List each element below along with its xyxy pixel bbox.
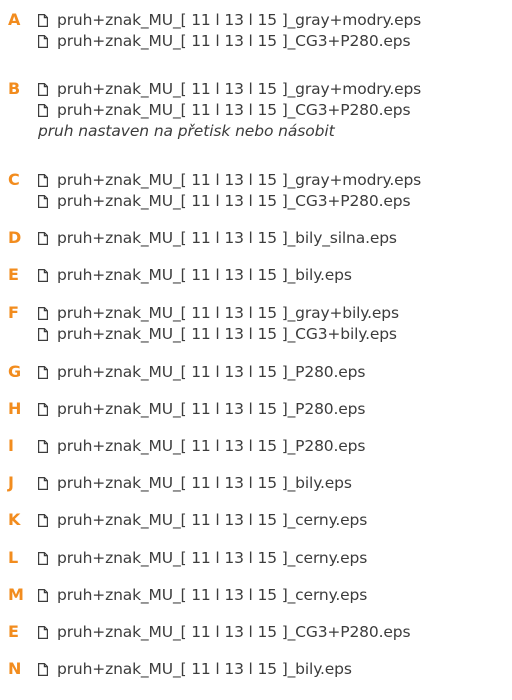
entry-letter: N <box>8 659 22 678</box>
file-name: pruh+znak_MU_[ 11 l 13 l 15 ]_P280.eps <box>57 437 366 455</box>
file-icon <box>38 268 48 282</box>
file-link[interactable]: pruh+znak_MU_[ 11 l 13 l 15 ]_CG3+P280.e… <box>38 190 411 212</box>
file-name: pruh+znak_MU_[ 11 l 13 l 15 ]_gray+modry… <box>57 80 422 98</box>
entry-letter: C <box>8 170 20 189</box>
entry-letter: I <box>8 436 14 455</box>
file-name: pruh+znak_MU_[ 11 l 13 l 15 ]_CG3+P280.e… <box>57 101 411 119</box>
file-link[interactable]: pruh+znak_MU_[ 11 l 13 l 15 ]_CG3+P280.e… <box>38 99 411 121</box>
entry-letter: H <box>8 399 22 418</box>
entry-letter: M <box>8 585 24 604</box>
file-name: pruh+znak_MU_[ 11 l 13 l 15 ]_CG3+P280.e… <box>57 623 411 641</box>
file-icon <box>38 402 48 416</box>
file-name: pruh+znak_MU_[ 11 l 13 l 15 ]_CG3+bily.e… <box>57 325 397 343</box>
entry-letter: F <box>8 303 19 322</box>
file-icon <box>38 34 48 48</box>
file-link[interactable]: pruh+znak_MU_[ 11 l 13 l 15 ]_bily.eps <box>38 264 352 286</box>
file-icon <box>38 103 48 117</box>
entry-letter: E <box>8 622 19 641</box>
file-icon <box>38 194 48 208</box>
entry-letter: L <box>8 548 19 567</box>
file-link[interactable]: pruh+znak_MU_[ 11 l 13 l 15 ]_bily.eps <box>38 658 352 680</box>
file-icon <box>38 625 48 639</box>
file-icon <box>38 662 48 676</box>
file-link[interactable]: pruh+znak_MU_[ 11 l 13 l 15 ]_bily_silna… <box>38 227 397 249</box>
file-icon <box>38 551 48 565</box>
file-icon <box>38 13 48 27</box>
entry-letter: J <box>8 473 14 492</box>
file-link[interactable]: pruh+znak_MU_[ 11 l 13 l 15 ]_gray+bily.… <box>38 302 399 324</box>
file-name: pruh+znak_MU_[ 11 l 13 l 15 ]_gray+modry… <box>57 11 422 29</box>
file-name: pruh+znak_MU_[ 11 l 13 l 15 ]_cerny.eps <box>57 511 368 529</box>
file-name: pruh+znak_MU_[ 11 l 13 l 15 ]_cerny.eps <box>57 549 368 567</box>
file-name: pruh+znak_MU_[ 11 l 13 l 15 ]_bily_silna… <box>57 229 397 247</box>
file-link[interactable]: pruh+znak_MU_[ 11 l 13 l 15 ]_gray+modry… <box>38 78 421 100</box>
file-name: pruh+znak_MU_[ 11 l 13 l 15 ]_P280.eps <box>57 363 366 381</box>
file-name: pruh+znak_MU_[ 11 l 13 l 15 ]_bily.eps <box>57 266 352 284</box>
file-link[interactable]: pruh+znak_MU_[ 11 l 13 l 15 ]_cerny.eps <box>38 547 367 569</box>
entry-letter: G <box>8 362 22 381</box>
file-name: pruh+znak_MU_[ 11 l 13 l 15 ]_P280.eps <box>57 400 366 418</box>
file-name: pruh+znak_MU_[ 11 l 13 l 15 ]_CG3+P280.e… <box>57 32 411 50</box>
file-icon <box>38 306 48 320</box>
file-link[interactable]: pruh+znak_MU_[ 11 l 13 l 15 ]_cerny.eps <box>38 509 367 531</box>
entry-letter: A <box>8 10 21 29</box>
file-icon <box>38 173 48 187</box>
file-icon <box>38 476 48 490</box>
file-name: pruh+znak_MU_[ 11 l 13 l 15 ]_cerny.eps <box>57 586 368 604</box>
file-link[interactable]: pruh+znak_MU_[ 11 l 13 l 15 ]_P280.eps <box>38 435 365 457</box>
file-link[interactable]: pruh+znak_MU_[ 11 l 13 l 15 ]_gray+modry… <box>38 169 421 191</box>
entry-letter: B <box>8 79 21 98</box>
entry-note: pruh nastaven na přetisk nebo násobit <box>38 122 335 140</box>
file-icon <box>38 231 48 245</box>
entry-letter: D <box>8 228 22 247</box>
file-link[interactable]: pruh+znak_MU_[ 11 l 13 l 15 ]_bily.eps <box>38 472 352 494</box>
file-link[interactable]: pruh+znak_MU_[ 11 l 13 l 15 ]_CG3+bily.e… <box>38 323 397 345</box>
file-icon <box>38 439 48 453</box>
file-link[interactable]: pruh+znak_MU_[ 11 l 13 l 15 ]_CG3+P280.e… <box>38 30 411 52</box>
file-icon <box>38 513 48 527</box>
file-link[interactable]: pruh+znak_MU_[ 11 l 13 l 15 ]_cerny.eps <box>38 584 367 606</box>
file-name: pruh+znak_MU_[ 11 l 13 l 15 ]_gray+modry… <box>57 171 422 189</box>
entry-letter: K <box>8 510 21 529</box>
file-link[interactable]: pruh+znak_MU_[ 11 l 13 l 15 ]_P280.eps <box>38 361 365 383</box>
file-icon <box>38 82 48 96</box>
entry-letter: E <box>8 265 19 284</box>
file-name: pruh+znak_MU_[ 11 l 13 l 15 ]_bily.eps <box>57 660 352 678</box>
file-icon <box>38 365 48 379</box>
file-link[interactable]: pruh+znak_MU_[ 11 l 13 l 15 ]_CG3+P280.e… <box>38 621 411 643</box>
file-icon <box>38 327 48 341</box>
file-name: pruh+znak_MU_[ 11 l 13 l 15 ]_gray+bily.… <box>57 304 399 322</box>
file-icon <box>38 588 48 602</box>
file-name: pruh+znak_MU_[ 11 l 13 l 15 ]_bily.eps <box>57 474 352 492</box>
file-link[interactable]: pruh+znak_MU_[ 11 l 13 l 15 ]_P280.eps <box>38 398 365 420</box>
file-link[interactable]: pruh+znak_MU_[ 11 l 13 l 15 ]_gray+modry… <box>38 9 421 31</box>
file-name: pruh+znak_MU_[ 11 l 13 l 15 ]_CG3+P280.e… <box>57 192 411 210</box>
